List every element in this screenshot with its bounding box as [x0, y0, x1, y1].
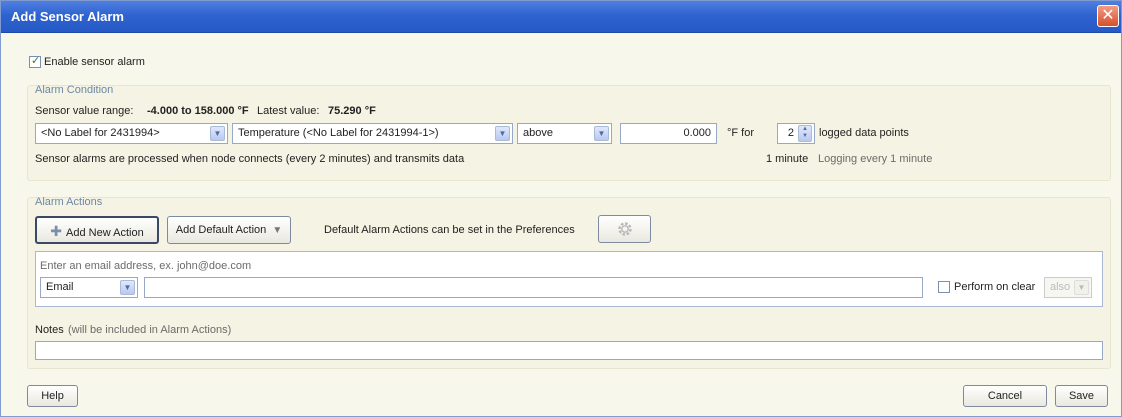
chevron-down-icon: ▼: [1074, 280, 1089, 295]
enable-alarm-label[interactable]: Enable sensor alarm: [44, 56, 145, 68]
chevron-down-icon: ▼: [120, 280, 135, 295]
action-type-select[interactable]: Email ▼: [40, 277, 138, 298]
add-new-action-button[interactable]: ✚ Add New Action: [35, 216, 159, 244]
comparison-select[interactable]: above ▼: [517, 123, 612, 144]
stepper-arrows-icon[interactable]: ▲ ▼: [798, 125, 812, 142]
add-default-action-label: Add Default Action: [175, 224, 267, 236]
comparison-select-value: above: [523, 127, 553, 139]
measurement-select-value: Temperature (<No Label for 2431994-1>): [238, 127, 439, 139]
alarm-actions-title: Alarm Actions: [35, 196, 103, 208]
help-label: Help: [41, 390, 64, 402]
dialog-title: Add Sensor Alarm: [11, 9, 124, 24]
processing-note: Sensor alarms are processed when node co…: [35, 153, 465, 165]
close-icon[interactable]: ✕: [1097, 5, 1119, 27]
preferences-settings-button[interactable]: [598, 215, 651, 243]
preferences-note: Default Alarm Actions can be set in the …: [324, 224, 575, 236]
points-value: 2: [787, 127, 794, 139]
measurement-select[interactable]: Temperature (<No Label for 2431994-1>) ▼: [232, 123, 513, 144]
sensor-select[interactable]: <No Label for 2431994> ▼: [35, 123, 228, 144]
add-default-action-button[interactable]: Add Default Action ▼: [167, 216, 291, 244]
points-label: logged data points: [819, 127, 909, 139]
latest-prefix: Latest value:: [257, 105, 320, 117]
chevron-down-icon: ▼: [594, 126, 609, 141]
email-input[interactable]: [144, 277, 923, 298]
email-hint: Enter an email address, ex. john@doe.com: [40, 260, 252, 272]
clear-mode-select: also ▼: [1044, 277, 1092, 298]
perform-on-clear-label[interactable]: Perform on clear: [954, 281, 1035, 293]
unit-for-label: °F for: [727, 127, 755, 139]
sensor-select-value: <No Label for 2431994>: [41, 127, 160, 139]
alarm-condition-title: Alarm Condition: [35, 84, 114, 96]
cancel-label: Cancel: [987, 390, 1023, 402]
triangle-down-icon: ▼: [272, 225, 283, 236]
points-stepper[interactable]: 2 ▲ ▼: [777, 123, 815, 144]
chevron-down-icon: ▼: [210, 126, 225, 141]
notes-input[interactable]: [35, 341, 1103, 360]
gear-icon: [618, 222, 632, 236]
range-prefix: Sensor value range:: [35, 105, 134, 117]
range-value: -4.000 to 158.000 °F: [147, 105, 249, 117]
latest-value: 75.290 °F: [328, 105, 376, 117]
clear-mode-value: also: [1050, 281, 1071, 293]
add-new-action-label: Add New Action: [66, 227, 144, 239]
chevron-down-icon: ▼: [495, 126, 510, 141]
threshold-input[interactable]: 0.000: [620, 123, 717, 144]
action-type-value: Email: [46, 281, 74, 293]
notes-label: Notes: [35, 324, 64, 336]
duration-label: 1 minute: [766, 153, 809, 165]
title-bar: Add Sensor Alarm ✕: [1, 1, 1121, 33]
notes-hint: (will be included in Alarm Actions): [68, 324, 232, 336]
logging-note: Logging every 1 minute: [818, 153, 933, 165]
perform-on-clear-checkbox[interactable]: [938, 281, 950, 293]
save-label: Save: [1068, 390, 1095, 402]
save-button[interactable]: Save: [1055, 385, 1108, 407]
threshold-value: 0.000: [683, 127, 711, 139]
add-sensor-alarm-dialog: Add Sensor Alarm ✕ Enable sensor alarm A…: [0, 0, 1122, 417]
plus-icon: ✚: [50, 223, 63, 239]
enable-alarm-checkbox[interactable]: [29, 54, 41, 68]
cancel-button[interactable]: Cancel: [963, 385, 1047, 407]
help-button[interactable]: Help: [27, 385, 78, 407]
